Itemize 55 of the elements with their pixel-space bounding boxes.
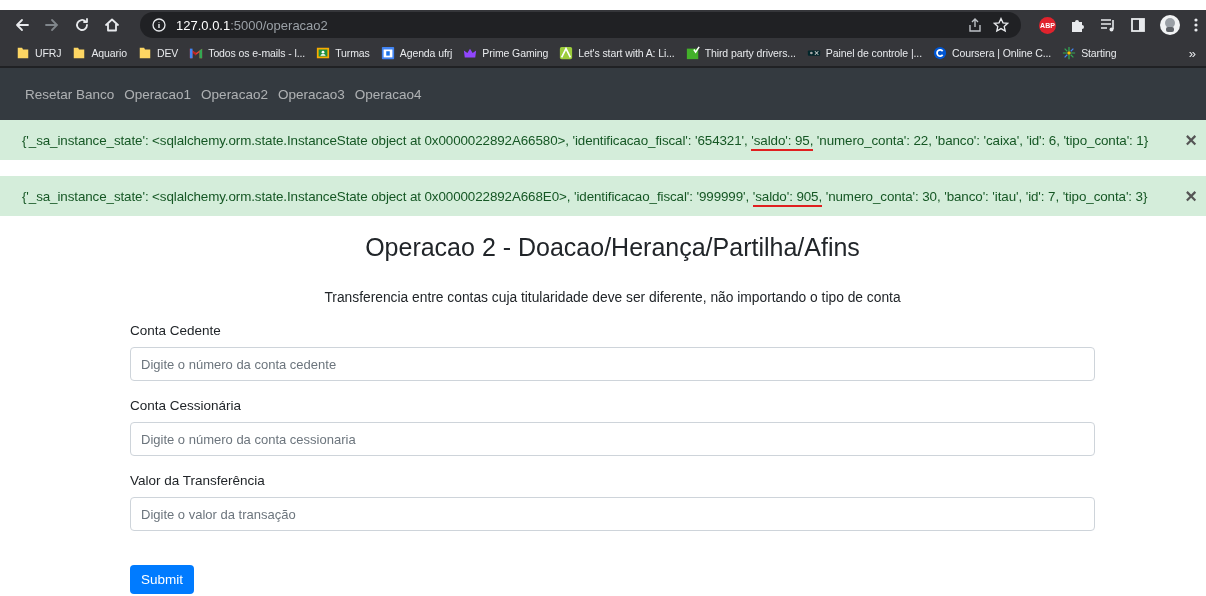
sparkle-icon — [1062, 46, 1077, 60]
share-icon[interactable] — [967, 17, 983, 33]
bookmark-item[interactable]: Starting — [1062, 46, 1117, 60]
more-menu-icon[interactable] — [1194, 17, 1198, 33]
checkmark-icon — [685, 46, 700, 60]
puzzle-icon[interactable] — [1070, 17, 1086, 33]
nav-link[interactable]: Operacao4 — [354, 86, 422, 102]
folder-icon — [137, 46, 152, 60]
page-title: Operacao 2 - Doacao/Herança/Partilha/Afins — [364, 232, 861, 262]
address-bar[interactable]: 127.0.0.1:5000/operacao2 — [140, 12, 1021, 38]
nav-link[interactable]: Operacao2 — [201, 86, 268, 102]
input-field[interactable]: Digite o número da conta cessionaria — [130, 422, 1095, 456]
profile-avatar-icon[interactable] — [1160, 15, 1180, 35]
submit-button[interactable]: Submit — [130, 565, 195, 594]
bookmark-item[interactable]: UFRJ — [16, 46, 62, 60]
bookmark-item[interactable]: Prime Gaming — [463, 46, 549, 60]
bookmark-item[interactable]: Painel de controle |... — [806, 46, 922, 60]
url-text: 127.0.0.1:5000/operacao2 — [176, 17, 328, 33]
bookmarks-overflow-button[interactable]: » — [1188, 45, 1196, 61]
folder-icon — [72, 46, 87, 60]
alert-message: {'_sa_instance_state': <sqlalchemy.orm.state.InstanceState object at 0x0000022892A668E0>, 'identificacao_fiscal': '999999', 'saldo': 905, 'numero_conta': 30, 'banco': 'itau', 'id': 7, 'tipo_conta': 3} — [22, 188, 1186, 204]
input-field[interactable]: Digite o valor da transação — [130, 497, 1095, 531]
back-arrow-icon[interactable] — [14, 17, 30, 33]
field-label: Conta Cedente — [130, 323, 222, 338]
forward-arrow-icon[interactable] — [44, 17, 60, 33]
folder-icon — [16, 46, 30, 60]
classroom-icon — [316, 46, 331, 60]
side-panel-icon[interactable] — [1130, 17, 1146, 33]
bookmark-item[interactable]: DEV — [137, 46, 179, 60]
input-field[interactable]: Digite o número da conta cedente — [130, 347, 1095, 381]
bookmark-item[interactable]: Coursera | Online C... — [933, 46, 1052, 60]
field-label: Conta Cessionária — [130, 398, 243, 413]
nav-link[interactable]: Operacao1 — [124, 86, 192, 102]
bookmark-item[interactable]: Aquario — [72, 46, 127, 60]
bookmark-item[interactable]: Agenda ufrj — [380, 46, 453, 60]
calendar-icon — [380, 46, 395, 60]
close-button[interactable]: × — [1185, 130, 1197, 150]
reload-icon[interactable] — [74, 17, 90, 33]
info-icon — [152, 18, 166, 32]
nav-link[interactable]: Resetar Banco — [25, 86, 115, 102]
media-queue-icon[interactable] — [1100, 17, 1116, 33]
close-button[interactable]: × — [1185, 186, 1197, 206]
field-label: Valor da Transferência — [130, 473, 266, 488]
nav-link[interactable]: Operacao3 — [277, 86, 345, 102]
bookmark-item[interactable]: Todos os e-mails - l... — [189, 46, 306, 60]
page-subtitle: Transferencia entre contas cuja titularidade deve ser diferente, não importando o tipo de conta — [323, 290, 902, 305]
star-icon[interactable] — [993, 17, 1009, 33]
crown-icon — [463, 46, 478, 60]
bookmark-item[interactable]: Turmas — [316, 46, 370, 60]
alert-message: {'_sa_instance_state': <sqlalchemy.orm.state.InstanceState object at 0x0000022892A66580>, 'identificacao_fiscal': '654321', 'saldo': 95, 'numero_conta': 22, 'banco': 'caixa', 'id': 6, 'tipo_conta': 1} — [22, 132, 1186, 148]
bookmark-item[interactable]: Let's start with A: Li... — [559, 46, 675, 60]
leaf-icon — [559, 46, 574, 60]
bookmark-item[interactable]: Third party drivers... — [685, 46, 796, 60]
envelope-icon — [189, 46, 204, 60]
home-icon[interactable] — [104, 17, 120, 33]
